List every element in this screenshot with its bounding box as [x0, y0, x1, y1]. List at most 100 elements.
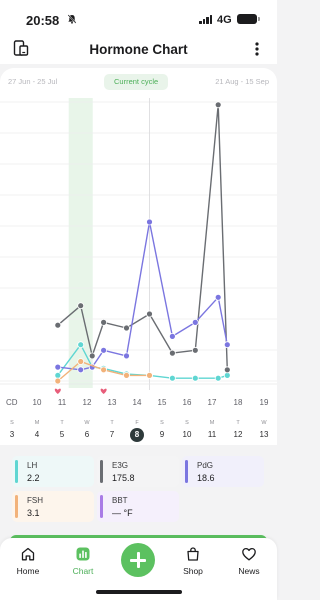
intercourse-heart-icon [100, 388, 107, 394]
data-point-fsh [146, 371, 153, 379]
legend-value: 2.2 [27, 473, 40, 483]
hormone-chart[interactable] [0, 68, 277, 398]
data-point-lh [54, 371, 62, 379]
legend-name: PdG [197, 461, 214, 470]
battery-icon [237, 14, 260, 24]
date-number: 6 [84, 430, 90, 439]
network-type: 4G [217, 14, 232, 26]
data-point-pdg [54, 363, 62, 371]
legend-color-bar [15, 460, 18, 483]
intercourse-heart-icon [54, 388, 61, 394]
legend-name: LH [27, 461, 38, 470]
legend-card-pdg[interactable]: PdG 18.6 [182, 456, 264, 487]
data-point-e3g [54, 321, 62, 329]
calendar-day[interactable]: W 13 [254, 419, 274, 442]
legend-color-bar [185, 460, 188, 483]
data-point-e3g [191, 346, 199, 354]
home-indicator [96, 590, 182, 594]
date-number: 3 [9, 430, 15, 439]
status-time: 20:58 [26, 13, 60, 28]
calendar-day[interactable]: T 12 [228, 419, 248, 442]
data-point-e3g [168, 349, 176, 357]
weekday-letter: W [261, 420, 267, 426]
date-number: 7 [109, 430, 115, 439]
cycle-day-number: 16 [182, 398, 192, 407]
calendar-day[interactable]: S 10 [177, 419, 197, 442]
date-number: 4 [34, 430, 40, 439]
shopping-bag-icon [187, 547, 199, 561]
legend-card-e3g[interactable]: E3G 175.8 [97, 456, 179, 487]
weekday-letter: T [110, 420, 114, 426]
next-cycle-link[interactable]: 21 Aug - 15 Sep [215, 77, 269, 86]
chart-card: 27 Jun - 25 Jul Current cycle 21 Aug - 1… [0, 68, 277, 445]
data-point-e3g [123, 324, 130, 332]
legend-value: — °F [112, 508, 133, 518]
current-cycle-tab[interactable]: Current cycle [104, 74, 169, 90]
data-point-pdg [191, 318, 199, 326]
data-point-lh [223, 371, 231, 379]
app-header: Hormone Chart [0, 36, 277, 64]
weekday-letter: S [160, 420, 164, 426]
calendar-day-today[interactable]: F8 [127, 419, 147, 442]
legend-value: 18.6 [197, 473, 215, 483]
calendar-day[interactable]: W6 [77, 419, 97, 442]
weekday-letter: S [10, 420, 14, 426]
heart-icon [242, 547, 256, 561]
cellular-signal-icon [199, 15, 212, 24]
legend-card-bbt[interactable]: BBT — °F [97, 491, 179, 522]
legend-value: 3.1 [27, 508, 40, 518]
cycle-day-number: 15 [157, 398, 167, 407]
nav-label: News [238, 566, 260, 576]
cycle-day-label: CD [6, 398, 18, 407]
previous-cycle-link[interactable]: 27 Jun - 25 Jul [8, 77, 57, 86]
cycle-day-number: 13 [107, 398, 117, 407]
data-point-pdg [146, 218, 153, 226]
cycle-day-number: 17 [207, 398, 217, 407]
data-point-e3g [214, 101, 222, 109]
legend-color-bar [100, 495, 103, 518]
more-options-icon[interactable] [252, 41, 262, 57]
add-entry-button[interactable] [121, 543, 155, 577]
nav-news[interactable]: News [224, 546, 274, 576]
legend-card-fsh[interactable]: FSH 3.1 [12, 491, 94, 522]
weekday-letter: T [236, 420, 240, 426]
data-point-e3g [223, 366, 231, 374]
nav-shop[interactable]: Shop [168, 546, 218, 576]
data-point-fsh [123, 371, 130, 379]
data-point-pdg [223, 341, 231, 349]
legend-name: E3G [112, 461, 129, 470]
data-point-pdg [168, 332, 176, 340]
data-point-lh [77, 341, 85, 349]
calendar-day[interactable]: T7 [102, 419, 122, 442]
nav-label: Home [16, 566, 40, 576]
legend-card-lh[interactable]: LH 2.2 [12, 456, 94, 487]
calendar-day[interactable]: S9 [152, 419, 172, 442]
date-number: 11 [207, 430, 217, 439]
cycle-day-row: CD 10 11 12 13 14 15 16 17 18 19 [0, 396, 277, 410]
date-number: 10 [182, 430, 192, 439]
weekday-letter: T [60, 420, 64, 426]
nav-home[interactable]: Home [3, 546, 53, 576]
date-number: 13 [259, 430, 269, 439]
legend-name: BBT [112, 496, 128, 505]
nav-label: Chart [72, 566, 94, 576]
data-point-fsh [100, 366, 107, 374]
date-number: 9 [159, 430, 165, 439]
chart-icon [76, 547, 90, 561]
weekday-letter: M [34, 420, 40, 426]
calendar-day[interactable]: S3 [2, 419, 22, 442]
today-date-number: 8 [130, 428, 144, 442]
weekday-letter: F [135, 420, 139, 426]
legend-color-bar [15, 495, 18, 518]
nav-chart[interactable]: Chart [58, 546, 108, 576]
calendar-day[interactable]: T5 [52, 419, 72, 442]
data-point-e3g [100, 318, 107, 326]
calendar-day[interactable]: M4 [27, 419, 47, 442]
cycle-day-number: 18 [233, 398, 243, 407]
calendar-day[interactable]: M 11 [202, 419, 222, 442]
cycle-day-number: 11 [57, 398, 67, 407]
data-point-e3g [146, 310, 153, 318]
week-calendar-strip: S3 M4 T5 W6 T7 F8 S9 S 10 M 11 T 12 W 13 [0, 419, 277, 445]
data-point-e3g [77, 302, 85, 310]
data-point-pdg [100, 346, 107, 354]
